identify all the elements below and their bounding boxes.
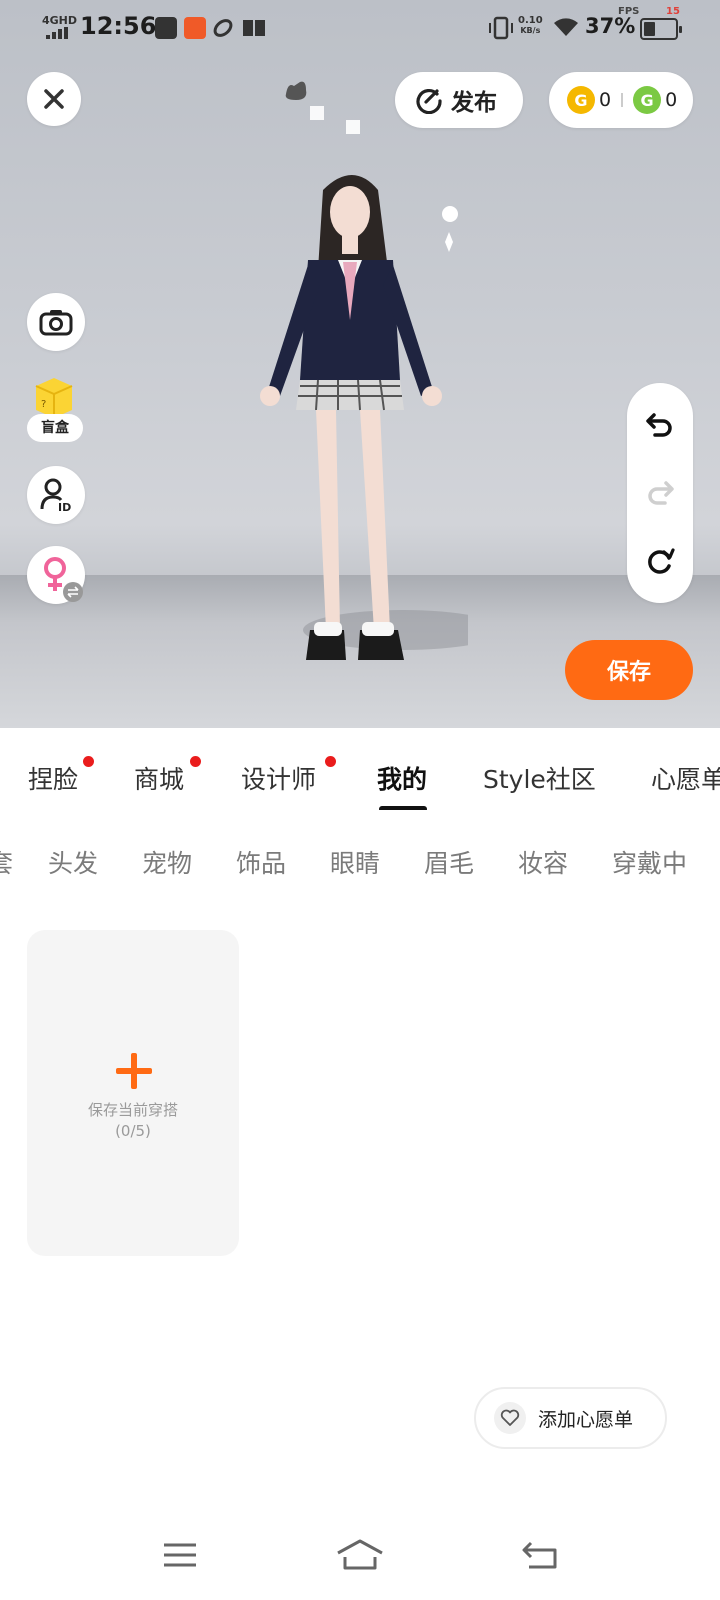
green-coin-value: 0	[665, 89, 678, 111]
swap-icon	[63, 582, 83, 602]
add-wishlist-button[interactable]: 添加心愿单	[474, 1387, 667, 1449]
currency-display[interactable]: G 0 G 0	[549, 72, 693, 128]
reset-icon	[648, 548, 675, 574]
back-button[interactable]	[510, 1530, 570, 1580]
subtab-eyes[interactable]: 眼睛	[330, 844, 380, 880]
fps-value: 15	[666, 6, 680, 17]
gender-switch-button[interactable]	[27, 546, 85, 604]
save-outfit-label: 保存当前穿搭	[87, 1101, 178, 1119]
battery-percent: 37%	[585, 14, 636, 38]
redo-icon	[648, 481, 674, 505]
back-icon	[522, 1541, 557, 1569]
subtab-pet[interactable]: 宠物	[142, 844, 192, 880]
save-outfit-count: (0/5)	[115, 1122, 151, 1140]
add-wishlist-label: 添加心愿单	[538, 1408, 634, 1431]
subtab-wearing[interactable]: 穿戴中	[612, 844, 687, 880]
close-icon	[44, 89, 64, 109]
tab-mine[interactable]: 我的	[377, 760, 427, 796]
subtab-makeup[interactable]: 妆容	[518, 844, 568, 880]
subtab-eyebrows[interactable]: 眉毛	[424, 844, 474, 880]
subtab-hair[interactable]: 头发	[48, 844, 98, 880]
gold-coin-icon: G	[567, 86, 595, 114]
save-outfit-card[interactable]: 保存当前穿搭 (0/5)	[27, 930, 239, 1256]
plus-icon	[116, 1053, 152, 1089]
user-id-icon: ID	[40, 478, 71, 512]
svg-text:?: ?	[41, 399, 46, 410]
tab-wishlist[interactable]: 心愿单	[651, 760, 720, 796]
avatar-id-button[interactable]: ID	[27, 466, 85, 524]
tab-style-community[interactable]: Style社区	[483, 760, 596, 796]
camera-button[interactable]	[27, 293, 85, 351]
publish-label: 发布	[451, 90, 497, 116]
battery-fill	[644, 22, 655, 36]
undo-button[interactable]	[627, 395, 693, 455]
sync-app-icon	[213, 19, 233, 37]
sim-app-icon	[155, 17, 177, 39]
undo-icon	[646, 413, 672, 437]
wifi-icon	[554, 18, 578, 36]
home-button[interactable]	[330, 1530, 390, 1580]
notification-dot	[83, 756, 94, 767]
network-speed: 0.10 KB/s	[518, 15, 543, 36]
tab-designer[interactable]: 设计师	[241, 760, 316, 796]
reset-button[interactable]	[627, 531, 693, 591]
network-indicator: 4GHD	[42, 14, 78, 27]
save-button[interactable]: 保存	[565, 640, 693, 700]
clock: 12:56	[80, 12, 157, 40]
camera-icon	[39, 310, 73, 336]
redo-button[interactable]	[627, 463, 693, 523]
pet-emote-icon	[285, 81, 360, 134]
battery-icon	[640, 18, 682, 40]
notification-dot	[190, 756, 201, 767]
edit-history-panel	[627, 383, 693, 603]
tab-shop[interactable]: 商城	[134, 760, 184, 796]
menu-button[interactable]	[150, 1530, 210, 1580]
publish-icon	[416, 89, 442, 114]
book-app-icon	[243, 20, 265, 36]
avatar-stage[interactable]: 4GHD 12:56 0.10 KB/s 37% FPS 15 发布 G 0 G…	[0, 0, 720, 728]
app-notification-icon	[184, 17, 206, 39]
vibrate-icon	[489, 16, 513, 40]
system-nav-bar	[0, 1520, 720, 1600]
subtab-accessory[interactable]: 饰品	[236, 844, 286, 880]
gold-coin-value: 0	[599, 89, 612, 111]
menu-icon	[164, 1543, 196, 1567]
home-icon	[337, 1539, 383, 1570]
blind-box-label: 盲盒	[27, 414, 83, 442]
svg-text:ID: ID	[58, 501, 71, 512]
heart-icon-wrap	[494, 1402, 526, 1434]
avatar-character[interactable]	[238, 160, 468, 690]
close-button[interactable]	[27, 72, 81, 126]
main-tab-bar: 捏脸 商城 设计师 我的 Style社区 心愿单	[0, 740, 720, 810]
publish-button[interactable]: 发布	[395, 72, 523, 128]
currency-divider	[621, 93, 624, 107]
status-bar: 4GHD 12:56 0.10 KB/s 37% FPS 15	[0, 0, 720, 56]
subtab-outfit[interactable]: 套	[0, 844, 13, 880]
notification-dot	[325, 756, 336, 767]
tab-face[interactable]: 捏脸	[28, 760, 78, 796]
fps-label: FPS	[618, 6, 640, 17]
signal-icon	[46, 27, 68, 39]
sub-tab-bar: 套 头发 宠物 饰品 眼睛 眉毛 妆容 穿戴中	[0, 830, 720, 890]
active-tab-indicator	[379, 806, 427, 810]
heart-icon	[500, 1409, 520, 1426]
green-coin-icon: G	[633, 86, 662, 114]
